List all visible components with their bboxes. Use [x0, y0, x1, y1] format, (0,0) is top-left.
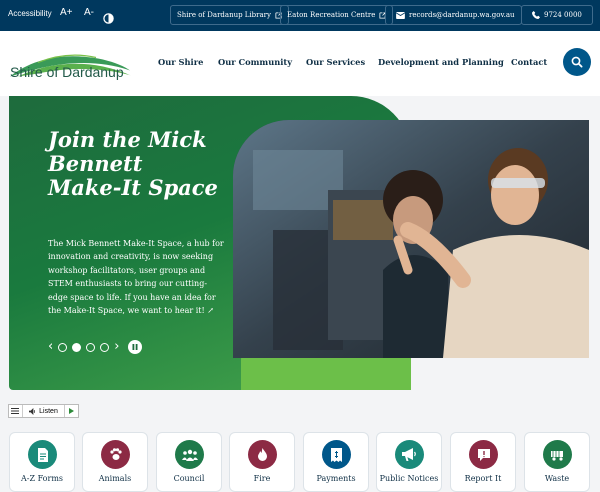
quick-link-council[interactable]: Council [156, 432, 222, 492]
hero-photo [233, 120, 589, 358]
email-link[interactable]: records@dardanup.wa.gov.au [385, 5, 522, 25]
paw-icon [101, 440, 130, 469]
people-icon [175, 440, 204, 469]
truck-icon [543, 440, 572, 469]
recreation-centre-link-label: Eaton Recreation Centre [287, 11, 376, 19]
decrease-font-button[interactable]: A- [84, 7, 94, 18]
quick-link-waste[interactable]: Waste [524, 432, 590, 492]
recreation-centre-link[interactable]: Eaton Recreation Centre [280, 5, 394, 25]
nav-our-shire[interactable]: Our Shire [158, 57, 203, 67]
quick-link-label: Report It [464, 474, 502, 483]
accessibility-label: Accessibility [8, 9, 52, 18]
search-button[interactable] [563, 48, 591, 76]
quick-link-animals[interactable]: Animals [82, 432, 148, 492]
nav-our-community[interactable]: Our Community [218, 57, 292, 67]
pause-icon [132, 344, 138, 350]
library-link[interactable]: Shire of Dardanup Library [170, 5, 289, 25]
search-icon [571, 56, 583, 68]
carousel-pause-button[interactable] [128, 340, 143, 354]
increase-font-button[interactable]: A+ [60, 7, 73, 18]
quick-link-a-z-forms[interactable]: A-Z Forms [9, 432, 75, 492]
hero-description: The Mick Bennett Make-It Space, a hub fo… [48, 239, 224, 316]
quick-link-fire[interactable]: Fire [229, 432, 295, 492]
listen-button[interactable]: Listen [23, 405, 66, 417]
contrast-icon[interactable] [103, 9, 114, 24]
nav-our-services[interactable]: Our Services [306, 57, 365, 67]
quick-link-label: Waste [544, 474, 570, 483]
speaker-icon [29, 407, 36, 415]
alert-icon [469, 440, 498, 469]
hero-carousel-controls: ‹ › [48, 340, 143, 354]
listen-menu-icon[interactable] [9, 405, 23, 417]
quick-link-label: Fire [253, 474, 271, 483]
phone-icon [532, 11, 540, 19]
quick-link-public-notices[interactable]: Public Notices [376, 432, 442, 492]
phone-link[interactable]: 9724 0000 [521, 5, 593, 25]
readspeaker-listen-widget: Listen [8, 404, 79, 418]
quick-link-label: Payments [316, 474, 356, 483]
nav-development-planning[interactable]: Development and Planning [378, 57, 504, 67]
library-link-label: Shire of Dardanup Library [177, 11, 271, 19]
quick-link-report-it[interactable]: Report It [450, 432, 516, 492]
site-name[interactable]: Shire of Dardanup [10, 64, 124, 80]
carousel-next-icon[interactable]: › [114, 340, 119, 354]
nav-contact[interactable]: Contact [511, 57, 547, 67]
quick-link-label: A-Z Forms [20, 474, 64, 483]
carousel-dot-3[interactable] [86, 342, 96, 352]
mail-icon [396, 11, 405, 19]
document-icon [28, 440, 57, 469]
megaphone-icon [395, 440, 424, 469]
quick-link-label: Council [173, 474, 205, 483]
quick-link-label: Public Notices [379, 474, 439, 483]
receipt-icon [322, 440, 351, 469]
hero-title[interactable]: Join the Mick Bennett Make-It Space [48, 128, 223, 200]
utility-bar: Accessibility A+ A- Shire of Dardanup Li… [0, 0, 600, 31]
flame-icon [248, 440, 277, 469]
carousel-dot-1[interactable] [58, 342, 68, 352]
quick-link-payments[interactable]: Payments [303, 432, 369, 492]
carousel-dot-2[interactable] [72, 342, 82, 352]
play-icon[interactable] [65, 405, 78, 417]
listen-label: Listen [39, 407, 58, 415]
carousel-dot-4[interactable] [100, 342, 110, 352]
phone-link-label: 9724 0000 [544, 11, 582, 19]
carousel-prev-icon[interactable]: ‹ [48, 340, 53, 354]
quick-link-label: Animals [98, 474, 132, 483]
email-link-label: records@dardanup.wa.gov.au [409, 11, 515, 19]
